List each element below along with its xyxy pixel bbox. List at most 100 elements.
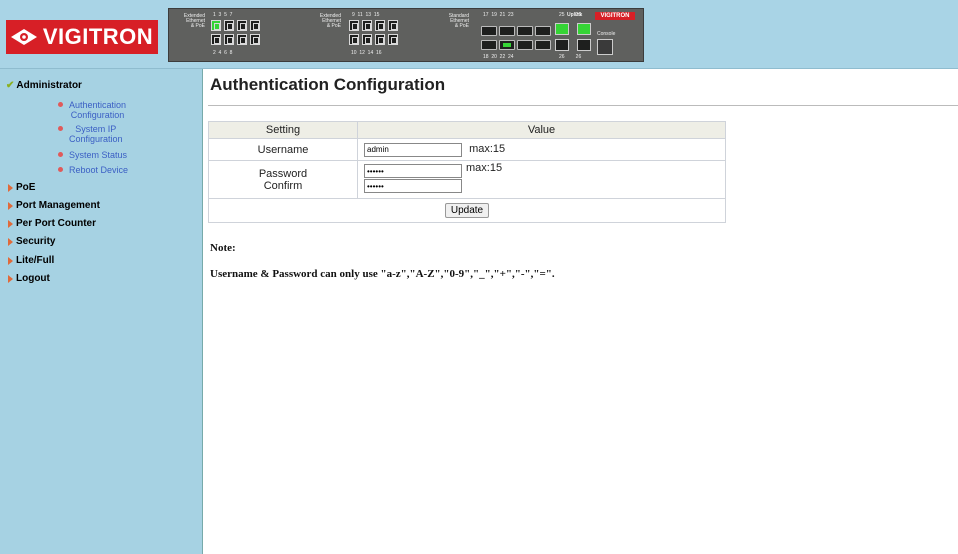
port-22[interactable] bbox=[517, 40, 533, 50]
nav-administrator[interactable]: ✔ Administrator bbox=[6, 80, 82, 91]
nav-logout[interactable]: Logout bbox=[8, 273, 50, 284]
port-14[interactable] bbox=[375, 34, 385, 45]
port-24[interactable] bbox=[535, 40, 551, 50]
table-header-row: Setting Value bbox=[208, 121, 726, 139]
col-value-header: Value bbox=[357, 121, 726, 139]
nav-authentication-configuration[interactable]: Authentication Configuration bbox=[58, 100, 126, 120]
nav-lite-full-label: Lite/Full bbox=[16, 255, 55, 266]
arrow-right-icon bbox=[8, 256, 13, 265]
nav-lite-full[interactable]: Lite/Full bbox=[8, 255, 54, 266]
port-16[interactable] bbox=[388, 34, 398, 45]
nav-per-port-counter[interactable]: Per Port Counter bbox=[8, 218, 96, 229]
password-label: Password bbox=[258, 167, 308, 180]
bullet-icon bbox=[58, 126, 63, 131]
username-row: Username max:15 bbox=[208, 138, 726, 161]
port-4[interactable] bbox=[224, 34, 234, 45]
group2-top-nums: 9 11 13 15 bbox=[352, 12, 380, 18]
button-row: Update bbox=[208, 198, 726, 223]
sidebar: ✔ Administrator Authentication Configurat… bbox=[0, 69, 203, 554]
eye-icon bbox=[10, 29, 37, 45]
console-label: Console bbox=[597, 31, 616, 37]
nav-sub-label: System Status bbox=[69, 150, 128, 160]
port-8[interactable] bbox=[250, 34, 260, 45]
nav-security[interactable]: Security bbox=[8, 236, 55, 247]
port-23[interactable] bbox=[535, 26, 551, 36]
page-title: Authentication Configuration bbox=[210, 75, 446, 94]
bullet-icon bbox=[58, 102, 63, 107]
check-icon: ✔ bbox=[6, 80, 15, 91]
nav-sub-line1: Authentication bbox=[69, 100, 127, 110]
port-17[interactable] bbox=[481, 26, 497, 36]
nav-administrator-label: Administrator bbox=[16, 80, 82, 91]
port-3[interactable] bbox=[224, 20, 234, 31]
port-25-combo[interactable] bbox=[555, 23, 569, 35]
arrow-right-icon bbox=[8, 274, 13, 283]
nav-poe-label: PoE bbox=[16, 182, 36, 193]
port-13[interactable] bbox=[375, 20, 385, 31]
username-input[interactable] bbox=[364, 142, 462, 157]
header-banner: VIGITRON Extended Ethernet & PoE 1 3 5 7… bbox=[0, 0, 958, 69]
port-9[interactable] bbox=[349, 20, 359, 31]
title-divider bbox=[208, 105, 958, 106]
group1-top-nums: 1 3 5 7 bbox=[213, 12, 233, 18]
update-button[interactable]: Update bbox=[444, 203, 490, 218]
switch-front-panel: Extended Ethernet & PoE 1 3 5 7 2 4 6 8 … bbox=[168, 8, 644, 62]
username-max-hint: max:15 bbox=[469, 143, 506, 155]
nav-sub-line1: System IP bbox=[75, 124, 117, 134]
nav-per-port-counter-label: Per Port Counter bbox=[16, 218, 97, 229]
panel-logo-text: VIGITRON bbox=[600, 13, 630, 19]
arrow-right-icon bbox=[8, 201, 13, 210]
port-1[interactable] bbox=[211, 20, 221, 31]
port-7[interactable] bbox=[250, 20, 260, 31]
group3-top-nums: 17 19 21 23 bbox=[483, 12, 514, 18]
port-2[interactable] bbox=[211, 34, 221, 45]
confirm-label: Confirm bbox=[263, 179, 303, 192]
nav-system-ip-configuration[interactable]: System IP Configuration bbox=[58, 124, 123, 144]
nav-sub-label: Reboot Device bbox=[69, 165, 129, 175]
port-12[interactable] bbox=[362, 34, 372, 45]
nav-sub-line2: Configuration bbox=[70, 110, 125, 120]
password-input[interactable] bbox=[364, 164, 462, 178]
uplink-bottom-nums: 26 26 bbox=[559, 54, 582, 60]
port-15[interactable] bbox=[388, 20, 398, 31]
port-6[interactable] bbox=[237, 34, 247, 45]
nav-security-label: Security bbox=[16, 236, 56, 247]
note-text: Username & Password can only use "a-z","… bbox=[210, 268, 555, 280]
group3-label: Standard Ethernet & PoE bbox=[448, 13, 469, 29]
logo-text: VIGITRON bbox=[42, 24, 154, 49]
panel-logo: VIGITRON bbox=[595, 12, 635, 20]
col-setting-header: Setting bbox=[208, 121, 358, 139]
group2-label: Extended Ethernet & PoE bbox=[319, 13, 341, 29]
nav-poe[interactable]: PoE bbox=[8, 182, 35, 193]
bullet-icon bbox=[58, 167, 63, 172]
group1-bottom-nums: 2 4 6 8 bbox=[213, 50, 233, 56]
port-5[interactable] bbox=[237, 20, 247, 31]
port-20[interactable] bbox=[499, 40, 515, 50]
console-port[interactable] bbox=[597, 39, 613, 55]
note-title: Note: bbox=[210, 242, 236, 254]
arrow-right-icon bbox=[8, 237, 13, 246]
confirm-password-input[interactable] bbox=[364, 179, 462, 193]
port-25-sfp[interactable] bbox=[577, 23, 591, 35]
nav-reboot-device[interactable]: Reboot Device bbox=[58, 165, 128, 175]
nav-system-status[interactable]: System Status bbox=[58, 150, 127, 160]
port-11[interactable] bbox=[362, 20, 372, 31]
nav-logout-label: Logout bbox=[16, 273, 50, 284]
port-18[interactable] bbox=[481, 40, 497, 50]
bullet-icon bbox=[58, 152, 63, 157]
password-max-hint: max:15 bbox=[466, 162, 503, 174]
group2-bottom-nums: 10 12 14 16 bbox=[351, 50, 382, 56]
auth-config-table: Setting Value Username max:15 Password C… bbox=[208, 121, 726, 223]
username-label: Username bbox=[208, 138, 358, 161]
port-26-sfp[interactable] bbox=[577, 39, 591, 51]
password-row: Password Confirm max:15 bbox=[208, 160, 726, 199]
nav-sub-line2: Configuration bbox=[69, 134, 123, 144]
group1-label: Extended Ethernet & PoE bbox=[183, 13, 205, 29]
port-19[interactable] bbox=[499, 26, 515, 36]
port-26-combo[interactable] bbox=[555, 39, 569, 51]
port-21[interactable] bbox=[517, 26, 533, 36]
arrow-right-icon bbox=[8, 219, 13, 228]
nav-port-management[interactable]: Port Management bbox=[8, 200, 100, 211]
arrow-right-icon bbox=[8, 183, 13, 192]
port-10[interactable] bbox=[349, 34, 359, 45]
